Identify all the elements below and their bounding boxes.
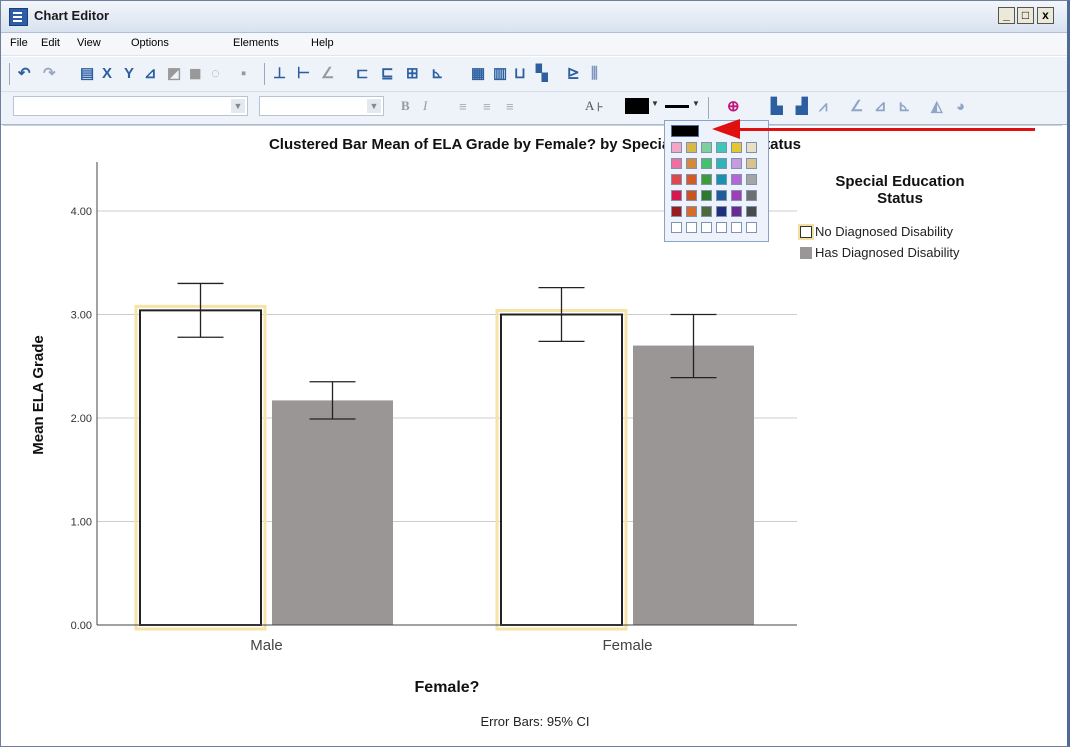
palette-swatch[interactable] <box>701 190 712 201</box>
palette-swatch[interactable] <box>686 222 697 233</box>
y-tick-label[interactable]: 4.00 <box>71 206 92 218</box>
bar[interactable] <box>633 345 754 625</box>
palette-swatch[interactable] <box>686 142 697 153</box>
palette-swatch[interactable] <box>746 158 757 169</box>
palette-swatch[interactable] <box>746 206 757 217</box>
legend-item-no-disability[interactable]: No Diagnosed Disability <box>798 224 953 240</box>
palette-swatch[interactable] <box>746 174 757 185</box>
palette-swatch[interactable] <box>731 206 742 217</box>
y-tick-label[interactable]: 0.00 <box>71 620 92 632</box>
selected-color-swatch[interactable] <box>671 125 699 137</box>
palette-swatch[interactable] <box>716 142 727 153</box>
palette-swatch[interactable] <box>671 142 682 153</box>
x-tick-label[interactable]: Female <box>602 637 652 654</box>
palette-swatch[interactable] <box>731 174 742 185</box>
palette-swatch[interactable] <box>671 158 682 169</box>
palette-swatch[interactable] <box>701 222 712 233</box>
legend-swatch <box>800 247 812 259</box>
x-tick-label[interactable]: Male <box>250 637 283 654</box>
bar[interactable] <box>272 400 393 625</box>
palette-swatch[interactable] <box>746 222 757 233</box>
palette-swatch[interactable] <box>701 206 712 217</box>
palette-swatch[interactable] <box>716 174 727 185</box>
error-bars-caption[interactable]: Error Bars: 95% CI <box>0 714 1070 729</box>
palette-swatch[interactable] <box>716 206 727 217</box>
y-tick-label[interactable]: 2.00 <box>71 413 92 425</box>
palette-swatch[interactable] <box>716 158 727 169</box>
legend-item-has-disability[interactable]: Has Diagnosed Disability <box>800 245 960 260</box>
palette-swatch[interactable] <box>671 190 682 201</box>
legend-title[interactable]: Special Education Status <box>800 173 1000 207</box>
palette-swatch[interactable] <box>701 158 712 169</box>
palette-swatch[interactable] <box>686 206 697 217</box>
palette-swatch[interactable] <box>746 142 757 153</box>
bar[interactable] <box>139 309 262 626</box>
legend-swatch <box>798 224 814 240</box>
palette-swatch[interactable] <box>686 174 697 185</box>
y-tick-label[interactable]: 3.00 <box>71 310 92 322</box>
palette-swatch[interactable] <box>716 222 727 233</box>
palette-swatch[interactable] <box>716 190 727 201</box>
palette-swatch[interactable] <box>686 158 697 169</box>
palette-swatch[interactable] <box>701 142 712 153</box>
palette-swatch[interactable] <box>731 142 742 153</box>
palette-swatch[interactable] <box>701 174 712 185</box>
palette-swatch[interactable] <box>671 222 682 233</box>
annotation-arrow-line <box>735 128 1035 131</box>
bar-chart[interactable]: 0.00 1.00 2.00 3.00 4.00 Male Female Female? Mea… <box>0 0 1070 747</box>
palette-swatch[interactable] <box>671 174 682 185</box>
bar[interactable] <box>500 313 623 626</box>
palette-swatch[interactable] <box>746 190 757 201</box>
x-axis-label[interactable]: Female? <box>415 679 480 696</box>
palette-swatch[interactable] <box>671 206 682 217</box>
palette-swatch[interactable] <box>686 190 697 201</box>
palette-swatch[interactable] <box>731 158 742 169</box>
y-tick-label[interactable]: 1.00 <box>71 517 92 529</box>
palette-swatch[interactable] <box>731 190 742 201</box>
palette-swatch[interactable] <box>731 222 742 233</box>
y-axis-label[interactable]: Mean ELA Grade <box>30 335 47 454</box>
annotation-arrow-head <box>712 119 740 139</box>
